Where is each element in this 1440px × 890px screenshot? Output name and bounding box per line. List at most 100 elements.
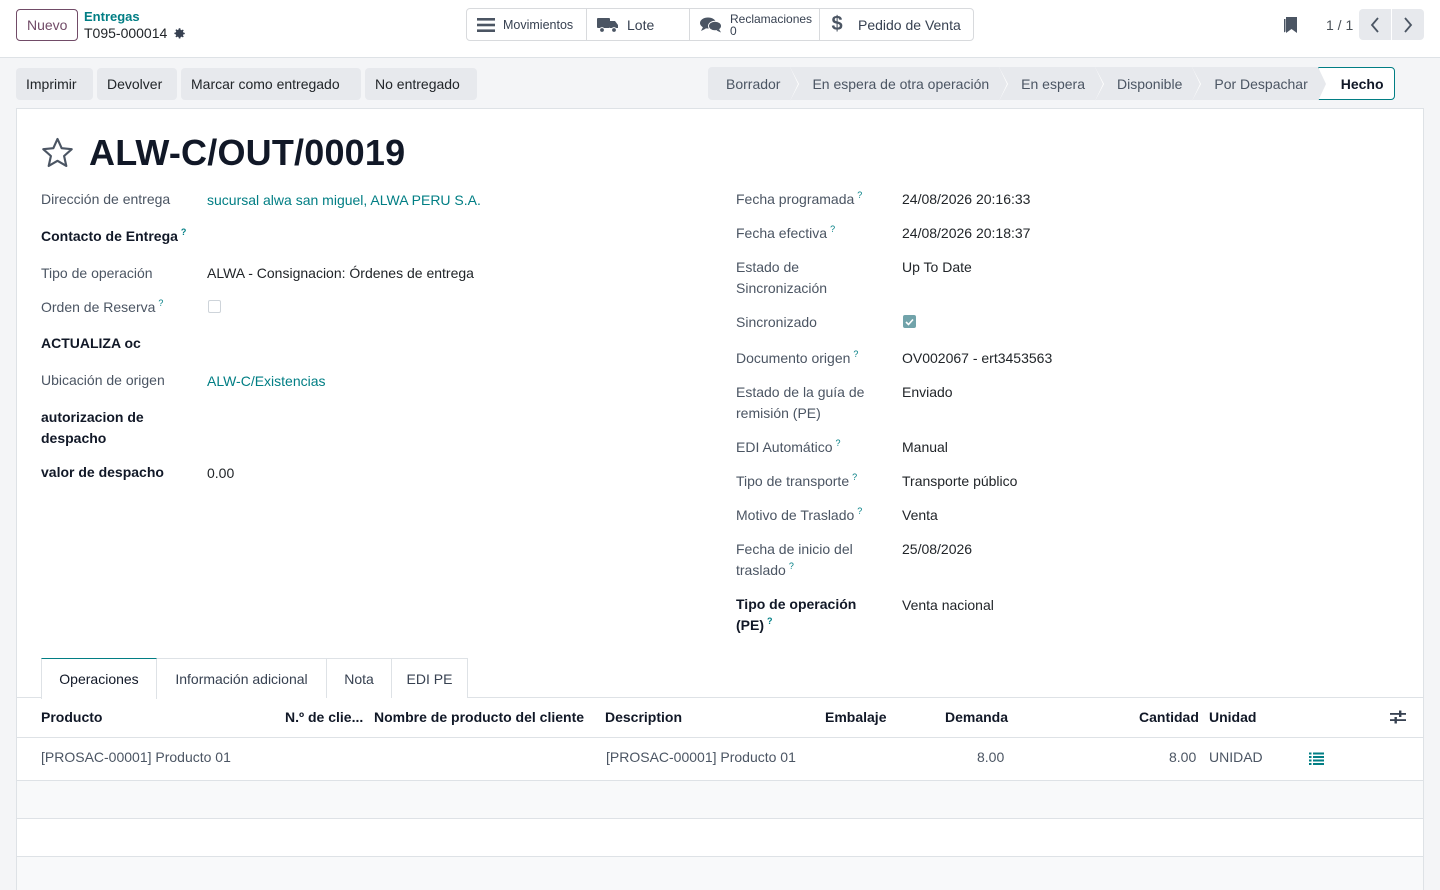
synced-label: Sincronizado bbox=[736, 314, 817, 330]
guide-state-label-line1: Estado de la guía de bbox=[736, 384, 865, 400]
help-icon[interactable]: ? bbox=[767, 616, 773, 626]
comments-icon bbox=[700, 17, 722, 33]
control-panel: Nuevo Entregas T095-000014 Movimientos L… bbox=[0, 0, 1440, 58]
effective-date-label: Fecha efectiva? bbox=[736, 223, 835, 244]
cell-quantity[interactable]: 8.00 bbox=[1169, 749, 1196, 765]
sync-state-label: Estado de Sincronización bbox=[736, 257, 827, 299]
scheduled-date-value[interactable]: 24/08/2026 20:16:33 bbox=[902, 189, 1030, 210]
op-type-pe-label-line2: (PE) bbox=[736, 617, 764, 633]
edi-auto-text: EDI Automático bbox=[736, 439, 833, 455]
help-icon[interactable]: ? bbox=[857, 506, 862, 516]
column-description[interactable]: Description bbox=[605, 709, 682, 725]
stage-done[interactable]: Hecho bbox=[1317, 67, 1395, 100]
lot-button[interactable]: Lote bbox=[587, 9, 690, 40]
help-icon[interactable]: ? bbox=[852, 472, 857, 482]
guide-state-value[interactable]: Enviado bbox=[902, 382, 953, 403]
cell-demand[interactable]: 8.00 bbox=[977, 749, 1004, 765]
effective-date-value[interactable]: 24/08/2026 20:18:37 bbox=[902, 223, 1030, 244]
op-type-pe-label-line2-wrap: (PE)? bbox=[736, 615, 856, 636]
help-icon[interactable]: ? bbox=[857, 190, 862, 200]
breadcrumb-current-label: T095-000014 bbox=[84, 25, 168, 41]
help-icon[interactable]: ? bbox=[830, 224, 835, 234]
form-sheet: ALW-C/OUT/00019 Dirección de entrega suc… bbox=[16, 108, 1424, 890]
breadcrumb-parent[interactable]: Entregas bbox=[84, 9, 140, 24]
op-type-pe-label-line1: Tipo de operación bbox=[736, 596, 857, 612]
tab-note[interactable]: Nota bbox=[327, 658, 392, 698]
star-icon[interactable] bbox=[41, 137, 74, 171]
cell-description[interactable]: [PROSAC-00001] Producto 01 bbox=[606, 749, 796, 765]
details-list-icon[interactable] bbox=[1309, 752, 1324, 768]
optional-columns-icon[interactable] bbox=[1390, 710, 1406, 727]
sale-order-label: Pedido de Venta bbox=[858, 16, 961, 33]
pager-value[interactable]: 1 / 1 bbox=[1326, 17, 1353, 33]
tab-operations[interactable]: Operaciones bbox=[41, 658, 157, 699]
reservation-order-checkbox[interactable] bbox=[208, 300, 221, 313]
new-button[interactable]: Nuevo bbox=[16, 9, 79, 41]
print-button[interactable]: Imprimir bbox=[16, 68, 93, 100]
movements-button[interactable]: Movimientos bbox=[467, 9, 587, 40]
not-delivered-button[interactable]: No entregado bbox=[365, 68, 477, 100]
column-quantity[interactable]: Cantidad bbox=[1139, 709, 1199, 725]
transfer-start-value[interactable]: 25/08/2026 bbox=[902, 539, 972, 560]
tab-additional-info[interactable]: Información adicional bbox=[157, 658, 327, 698]
dollar-icon: $ bbox=[831, 13, 843, 35]
stage-waiting-other[interactable]: En espera de otra operación bbox=[790, 67, 1008, 101]
claims-count: 0 bbox=[730, 23, 737, 38]
column-product[interactable]: Producto bbox=[41, 709, 102, 725]
synced-checkbox[interactable] bbox=[903, 315, 916, 328]
transfer-start-label-line2: traslado bbox=[736, 562, 786, 578]
column-client-product-name[interactable]: Nombre de producto del cliente bbox=[374, 709, 584, 725]
edi-auto-value[interactable]: Manual bbox=[902, 437, 948, 458]
sale-order-button[interactable]: $ Pedido de Venta bbox=[820, 9, 973, 40]
record-title: ALW-C/OUT/00019 bbox=[89, 132, 406, 173]
dispatch-auth-label: autorizacion de despacho bbox=[41, 407, 144, 449]
movements-label: Movimientos bbox=[503, 17, 574, 32]
help-icon[interactable]: ? bbox=[853, 349, 858, 359]
mark-delivered-button[interactable]: Marcar como entregado bbox=[181, 68, 361, 100]
help-icon[interactable]: ? bbox=[789, 561, 794, 571]
reservation-order-text: Orden de Reserva bbox=[41, 299, 156, 315]
effective-date-text: Fecha efectiva bbox=[736, 225, 828, 241]
delivery-address-label: Dirección de entrega bbox=[41, 191, 171, 207]
return-button[interactable]: Devolver bbox=[97, 68, 177, 100]
claims-button[interactable]: Reclamaciones 0 bbox=[690, 9, 820, 40]
gear-icon[interactable] bbox=[173, 27, 186, 39]
help-icon[interactable]: ? bbox=[836, 438, 841, 448]
dispatch-value[interactable]: 0.00 bbox=[207, 463, 234, 484]
bookmark-icon[interactable] bbox=[1283, 17, 1297, 36]
smart-buttons: Movimientos Lote Reclamaciones 0 $ Pedid… bbox=[466, 8, 974, 41]
transfer-reason-text: Motivo de Traslado bbox=[736, 507, 855, 523]
stage-waiting[interactable]: En espera bbox=[999, 67, 1104, 101]
source-location-link[interactable]: ALW-C/Existencias bbox=[207, 371, 326, 392]
stage-draft[interactable]: Borrador bbox=[708, 67, 800, 101]
column-client-no[interactable]: N.º de clie... bbox=[285, 709, 363, 725]
transport-type-value[interactable]: Transporte público bbox=[902, 471, 1017, 492]
transfer-reason-label: Motivo de Traslado? bbox=[736, 505, 862, 526]
operation-type-value[interactable]: ALWA - Consignacion: Órdenes de entrega bbox=[207, 263, 474, 284]
help-icon[interactable]: ? bbox=[181, 227, 187, 237]
list-icon bbox=[477, 17, 495, 32]
pager-previous-button[interactable] bbox=[1359, 9, 1391, 40]
stage-available[interactable]: Disponible bbox=[1094, 67, 1202, 101]
transfer-reason-value[interactable]: Venta bbox=[902, 505, 938, 526]
cell-product[interactable]: [PROSAC-00001] Producto 01 bbox=[41, 749, 231, 765]
transfer-start-label-line2-wrap: traslado? bbox=[736, 560, 853, 581]
empty-row bbox=[17, 857, 1423, 890]
operation-type-label: Tipo de operación bbox=[41, 265, 153, 281]
delivery-address-link[interactable]: sucursal alwa san miguel, ALWA PERU S.A. bbox=[207, 190, 481, 211]
column-unit[interactable]: Unidad bbox=[1209, 709, 1256, 725]
tab-edi-pe[interactable]: EDI PE bbox=[392, 658, 468, 698]
edi-auto-label: EDI Automático? bbox=[736, 437, 841, 458]
pager-next-button[interactable] bbox=[1392, 9, 1424, 40]
op-type-pe-value[interactable]: Venta nacional bbox=[902, 595, 994, 616]
check-icon bbox=[905, 318, 914, 326]
origin-doc-value[interactable]: OV002067 - ert3453563 bbox=[902, 348, 1052, 369]
help-icon[interactable]: ? bbox=[158, 298, 163, 308]
cell-unit[interactable]: UNIDAD bbox=[1209, 749, 1263, 765]
column-demand[interactable]: Demanda bbox=[945, 709, 1008, 725]
stage-to-dispatch[interactable]: Por Despachar bbox=[1192, 67, 1328, 101]
sync-state-value[interactable]: Up To Date bbox=[902, 257, 972, 278]
source-location-label: Ubicación de origen bbox=[41, 372, 165, 388]
notebook-tabs: Operaciones Información adicional Nota E… bbox=[17, 658, 1423, 699]
column-packaging[interactable]: Embalaje bbox=[825, 709, 886, 725]
